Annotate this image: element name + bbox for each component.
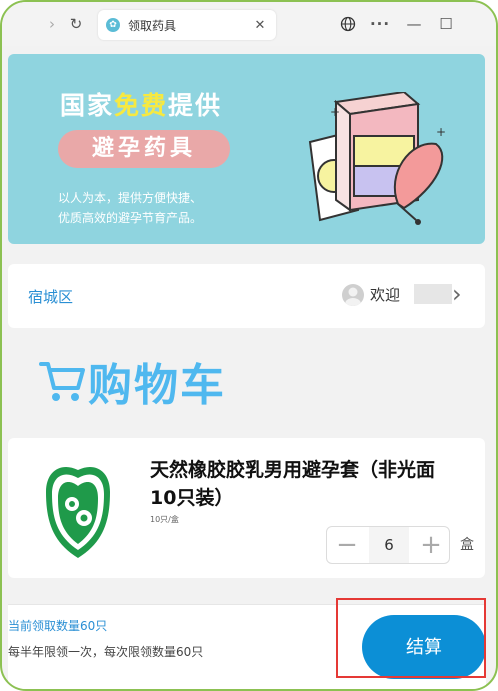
quantity-stepper: − 6 + — [326, 526, 450, 564]
user-name-redacted — [414, 284, 452, 304]
product-name: 天然橡胶胶乳男用避孕套（非光面10只装） — [150, 459, 436, 509]
maximize-icon[interactable]: ☐ — [434, 12, 458, 36]
browser-tab[interactable]: ✿ 领取药具 ✕ — [98, 10, 276, 40]
reload-icon[interactable]: ↻ — [64, 12, 88, 36]
shopping-cart-icon — [39, 362, 85, 401]
cart-title: 购物车 — [88, 360, 226, 411]
svg-text:+: + — [436, 125, 446, 139]
current-quantity-text: 当前领取数量60只 — [8, 619, 108, 633]
more-options-icon[interactable]: ··· — [368, 12, 392, 36]
highlight-box — [336, 598, 486, 678]
banner-description: 以人为本，提供方便快捷、 优质高效的避孕节育产品。 — [58, 191, 203, 225]
back-icon[interactable]: › — [40, 12, 64, 36]
tab-title: 领取药具 — [128, 18, 177, 33]
product-logo-icon — [46, 466, 110, 558]
page-content: 国家免费提供 避孕药具 以人为本，提供方便快捷、 优质高效的避孕节育产品。 + … — [8, 46, 486, 689]
minimize-icon[interactable]: — — [402, 12, 426, 36]
banner-pill: 避孕药具 — [58, 130, 230, 168]
contraceptive-illustration: + + — [308, 92, 446, 225]
decrement-button[interactable]: − — [335, 532, 359, 558]
increment-button[interactable]: + — [419, 532, 443, 558]
product-spec: 10只/盒 — [150, 515, 179, 524]
limit-rule-text: 每半年限领一次，每次限领数量60只 — [8, 645, 204, 659]
unit-label: 盒 — [460, 537, 474, 553]
globe-icon[interactable] — [336, 12, 360, 36]
district-label[interactable]: 宿城区 — [28, 286, 73, 307]
chevron-right-icon[interactable]: › — [452, 280, 462, 308]
user-avatar-icon — [342, 284, 364, 306]
cart-heading: 购物车 — [38, 346, 226, 416]
svg-text:+: + — [330, 105, 340, 119]
tab-favicon-icon: ✿ — [106, 18, 120, 32]
welcome-text: 欢迎 — [370, 286, 401, 304]
browser-toolbar: › ↻ ✿ 领取药具 ✕ ··· — ☐ — [2, 2, 496, 46]
promo-banner: 国家免费提供 避孕药具 以人为本，提供方便快捷、 优质高效的避孕节育产品。 + … — [8, 54, 485, 244]
cart-item: 天然橡胶胶乳男用避孕套（非光面10只装） 10只/盒 − 6 + 盒 — [8, 438, 485, 578]
banner-title: 国家免费提供 — [60, 91, 223, 120]
location-card[interactable]: 宿城区 欢迎 › — [8, 264, 485, 328]
quantity-field[interactable]: 6 — [369, 527, 409, 563]
close-tab-icon[interactable]: ✕ — [250, 18, 270, 33]
app-frame: › ↻ ✿ 领取药具 ✕ ··· — ☐ 国家免费提供 避孕药具 以人为本，提供… — [0, 0, 498, 691]
